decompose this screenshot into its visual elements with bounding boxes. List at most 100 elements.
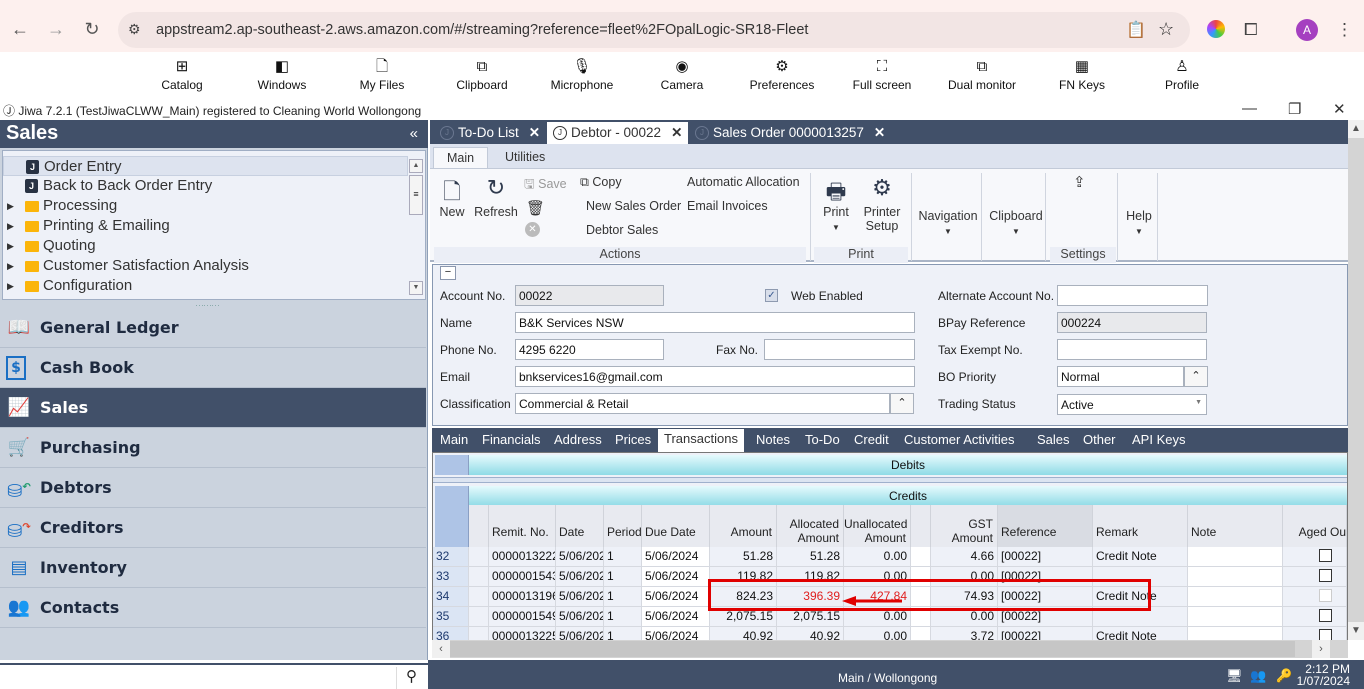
- module-contacts[interactable]: 👥 Contacts: [0, 588, 426, 628]
- email-field[interactable]: bnkservices16@gmail.com: [515, 366, 915, 387]
- debtor-sales-button[interactable]: Debtor Sales: [586, 223, 658, 237]
- tab-todo[interactable]: To-Do: [805, 432, 840, 447]
- browser-menu-icon[interactable]: ⋮: [1336, 20, 1353, 40]
- cell-aged[interactable]: [1283, 587, 1347, 607]
- column-header-period[interactable]: Period: [604, 505, 642, 547]
- aged-out-checkbox[interactable]: [1319, 609, 1332, 622]
- cell-allocated[interactable]: 51.28: [777, 547, 844, 567]
- table-row[interactable]: 32 0000013222- 5/06/202 1 5/06/2024 51.28 51.2…: [433, 547, 1347, 567]
- tree-item-quoting[interactable]: ▶ Quoting: [3, 236, 408, 256]
- site-settings-icon[interactable]: ⚙: [128, 21, 141, 38]
- classification-field[interactable]: Commercial & Retail: [515, 393, 890, 414]
- save-button[interactable]: 🖫 Save: [524, 175, 567, 196]
- main-vertical-scrollbar[interactable]: ▲ ▼: [1348, 120, 1364, 640]
- back-icon[interactable]: ←: [8, 19, 32, 40]
- cell-blank[interactable]: [469, 567, 489, 587]
- scroll-up-icon[interactable]: ▲: [1348, 120, 1364, 138]
- tree-item-configuration[interactable]: ▶ Configuration: [3, 276, 408, 296]
- address-bar[interactable]: ⚙ appstream2.ap-southeast-2.aws.amazon.c…: [118, 12, 1190, 48]
- cell-blank[interactable]: [469, 547, 489, 567]
- clipboard-icon[interactable]: 📋: [1126, 20, 1146, 40]
- tree-item-processing[interactable]: ▶ Processing: [3, 196, 408, 216]
- reload-icon[interactable]: ↻: [80, 19, 104, 40]
- scroll-down-icon[interactable]: ▼: [1348, 622, 1364, 640]
- close-tab-icon[interactable]: ✕: [671, 125, 682, 140]
- microphone-button[interactable]: 🎙 Microphone: [532, 58, 632, 92]
- cell-remit[interactable]: 0000013196-: [489, 587, 556, 607]
- cell-due[interactable]: 5/06/2024: [642, 547, 710, 567]
- tree-item-customer-satisfaction-analysis[interactable]: ▶ Customer Satisfaction Analysis: [3, 256, 408, 276]
- tab-other[interactable]: Other: [1083, 432, 1116, 447]
- cell-aged[interactable]: [1283, 547, 1347, 567]
- help-button[interactable]: Help ▼: [1122, 209, 1156, 237]
- tab-todo-list[interactable]: J To-Do List ✕: [434, 122, 546, 144]
- column-header-remark[interactable]: Remark: [1093, 505, 1188, 547]
- minimize-icon[interactable]: —: [1242, 100, 1257, 117]
- cell-n[interactable]: 34: [433, 587, 469, 607]
- column-header-remit-no[interactable]: Remit. No.: [489, 505, 556, 547]
- collapse-form-button[interactable]: −: [440, 266, 456, 280]
- tree-item-printing-emailing[interactable]: ▶ Printing & Emailing: [3, 216, 408, 236]
- expand-arrow-icon[interactable]: ▶: [7, 216, 14, 236]
- fn-keys-button[interactable]: ▦ FN Keys: [1032, 58, 1132, 92]
- cell-remark[interactable]: Credit Note: [1093, 547, 1188, 567]
- column-header-unallocated-amount[interactable]: Unallocated Amount: [844, 505, 911, 547]
- tab-main[interactable]: Main: [440, 432, 468, 447]
- cell-n[interactable]: 33: [433, 567, 469, 587]
- sidebar-search-input[interactable]: [0, 665, 394, 689]
- column-header-amount[interactable]: Amount: [710, 505, 777, 547]
- grid-splitter[interactable]: [433, 477, 1347, 483]
- column-header-note[interactable]: Note: [1188, 505, 1283, 547]
- bookmark-star-icon[interactable]: ☆: [1158, 19, 1174, 40]
- aged-out-checkbox[interactable]: [1319, 589, 1332, 602]
- export-share-icon[interactable]: ⇪: [1073, 173, 1086, 191]
- cell-period[interactable]: 1: [604, 547, 642, 567]
- tree-item-order-entry[interactable]: J Order Entry: [3, 156, 408, 176]
- cell-blank[interactable]: [911, 547, 931, 567]
- column-header-gst-amount[interactable]: GST Amount: [931, 505, 998, 547]
- color-extension-icon[interactable]: [1207, 20, 1225, 38]
- module-inventory[interactable]: ▤ Inventory: [0, 548, 426, 588]
- tab-prices[interactable]: Prices: [615, 432, 651, 447]
- trading-status-select[interactable]: Active ▼: [1057, 394, 1207, 415]
- search-icon[interactable]: ⚲: [396, 667, 426, 689]
- cell-n[interactable]: 35: [433, 607, 469, 627]
- tax-exempt-field[interactable]: [1057, 339, 1207, 360]
- close-tab-icon[interactable]: ✕: [529, 125, 540, 140]
- aged-out-checkbox[interactable]: [1319, 569, 1332, 582]
- url-text[interactable]: appstream2.ap-southeast-2.aws.amazon.com…: [156, 22, 808, 38]
- cell-remit[interactable]: 0000013222-: [489, 547, 556, 567]
- module-debtors[interactable]: ⛁↶ Debtors: [0, 468, 426, 508]
- classification-lookup-button[interactable]: ⌃: [890, 393, 914, 414]
- catalog-button[interactable]: ⊞ Catalog: [132, 58, 232, 92]
- cell-due[interactable]: 5/06/2024: [642, 567, 710, 587]
- cell-remit[interactable]: 0000001543: [489, 567, 556, 587]
- cell-date[interactable]: 5/06/202: [556, 567, 604, 587]
- cell-n[interactable]: 32: [433, 547, 469, 567]
- module-cash-book[interactable]: $ Cash Book: [0, 348, 426, 388]
- cell-note[interactable]: [1188, 567, 1283, 587]
- refresh-button[interactable]: ↻ Refresh: [474, 175, 518, 219]
- close-tab-icon[interactable]: ✕: [874, 125, 885, 140]
- scroll-left-icon[interactable]: ‹: [432, 640, 450, 658]
- aged-out-checkbox[interactable]: [1319, 549, 1332, 562]
- column-header-date[interactable]: Date: [556, 505, 604, 547]
- module-purchasing[interactable]: 🛒 Purchasing: [0, 428, 426, 468]
- new-button[interactable]: 🗋 New: [436, 175, 468, 219]
- profile-avatar[interactable]: A: [1296, 19, 1318, 41]
- full-screen-button[interactable]: ⛶ Full screen: [832, 58, 932, 92]
- cell-aged[interactable]: [1283, 567, 1347, 587]
- name-field[interactable]: B&K Services NSW: [515, 312, 915, 333]
- close-window-icon[interactable]: ✕: [1333, 100, 1346, 118]
- cell-date[interactable]: 5/06/202: [556, 547, 604, 567]
- collapse-sidebar-icon[interactable]: «: [410, 125, 418, 142]
- cell-remit[interactable]: 0000001549: [489, 607, 556, 627]
- tree-item-back-to-back-order-entry[interactable]: J Back to Back Order Entry: [3, 176, 408, 196]
- tab-sales[interactable]: Sales: [1037, 432, 1070, 447]
- ribbon-tab-utilities[interactable]: Utilities: [492, 147, 558, 168]
- cell-note[interactable]: [1188, 607, 1283, 627]
- cell-note[interactable]: [1188, 547, 1283, 567]
- extensions-puzzle-icon[interactable]: ⧠: [1244, 20, 1258, 40]
- cell-amount[interactable]: 51.28: [710, 547, 777, 567]
- automatic-allocation-button[interactable]: Automatic Allocation: [687, 175, 800, 189]
